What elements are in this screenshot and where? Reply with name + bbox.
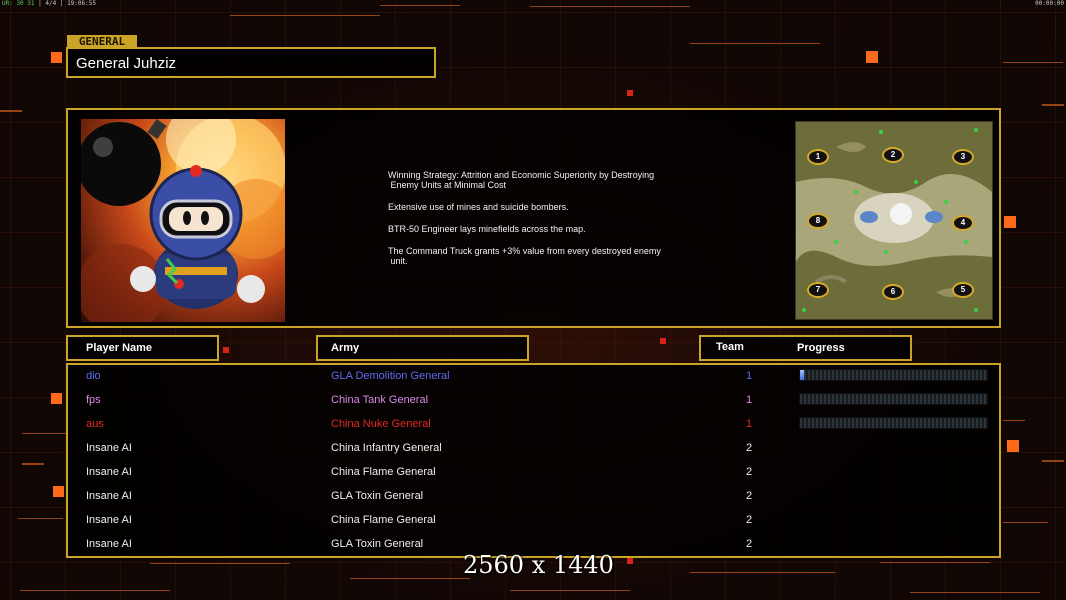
map-start-slot: 4 (952, 215, 974, 231)
player-list: dio GLA Demolition General 1 fps China Tank … (66, 363, 1001, 558)
army-name: GLA Toxin General (331, 538, 424, 550)
strategy-line: BTR-50 Engineer lays minefields across t… (388, 224, 586, 234)
strategy-line: Winning Strategy: Attrition and Economic… (388, 170, 655, 190)
team-number: 1 (745, 394, 753, 406)
player-name: fps (86, 394, 101, 406)
army-name: China Flame General (331, 514, 436, 526)
army-name: GLA Toxin General (331, 490, 424, 502)
header-team-label: Team (716, 341, 744, 353)
player-row: fps China Tank General 1 (68, 389, 999, 413)
army-name: China Flame General (331, 466, 436, 478)
loading-progress-bar (799, 417, 988, 429)
clock-readout: 19:06:55 (67, 0, 96, 7)
player-name: dio (86, 370, 101, 382)
player-count: | 4/4 | (38, 0, 64, 7)
header-player-name: Player Name (66, 335, 219, 361)
player-name: Insane AI (86, 442, 132, 454)
player-name: Insane AI (86, 466, 132, 478)
map-start-slot: 1 (807, 149, 829, 165)
header-player-name-label: Player Name (86, 342, 153, 354)
team-number: 2 (745, 466, 753, 478)
player-row: Insane AI China Flame General 2 (68, 461, 999, 485)
general-title-box: General Juhziz (66, 47, 436, 78)
map-preview: 1 2 3 4 5 6 7 8 (795, 121, 993, 320)
player-row: aus China Nuke General 1 (68, 413, 999, 437)
team-number: 2 (745, 514, 753, 526)
player-name: aus (86, 418, 104, 430)
player-row: dio GLA Demolition General 1 (68, 365, 999, 389)
player-row: Insane AI China Flame General 2 (68, 509, 999, 533)
player-name: Insane AI (86, 514, 132, 526)
team-number: 1 (745, 370, 753, 382)
player-row: Insane AI GLA Toxin General 2 (68, 485, 999, 509)
map-start-slot: 8 (807, 213, 829, 229)
army-name: China Tank General (331, 394, 429, 406)
loading-progress-bar (799, 369, 988, 381)
player-name: Insane AI (86, 538, 132, 550)
player-name: Insane AI (86, 490, 132, 502)
header-progress-label: Progress (797, 342, 845, 354)
strategy-line: The Command Truck grants +3% value from … (388, 246, 661, 266)
army-name: China Nuke General (331, 418, 431, 430)
strategy-line: Extensive use of mines and suicide bombe… (388, 202, 569, 212)
map-start-slot: 3 (952, 149, 974, 165)
status-bar-left: UR: 30 31 | 4/4 | 19:06:55 (2, 0, 96, 7)
army-name: GLA Demolition General (331, 370, 450, 382)
strategy-description: Winning Strategy: Attrition and Economic… (388, 170, 708, 278)
bomberman-portrait-icon (81, 119, 285, 322)
loading-progress-bar (799, 393, 988, 405)
header-army: Army (316, 335, 529, 361)
map-start-slot: 2 (882, 147, 904, 163)
header-team-progress: Team Progress (699, 335, 912, 361)
team-number: 2 (745, 442, 753, 454)
map-start-slot: 5 (952, 282, 974, 298)
map-start-slot: 6 (882, 284, 904, 300)
general-info-panel: Winning Strategy: Attrition and Economic… (66, 108, 1001, 328)
team-number: 1 (745, 418, 753, 430)
team-number: 2 (745, 538, 753, 550)
player-row: Insane AI China Infantry General 2 (68, 437, 999, 461)
game-timer: 00:00:00 (1035, 0, 1064, 7)
map-start-slot: 7 (807, 282, 829, 298)
army-name: China Infantry General (331, 442, 442, 454)
resolution-watermark: 2560 x 1440 (463, 551, 614, 579)
header-army-label: Army (331, 342, 360, 354)
loading-progress-fill (800, 370, 804, 380)
general-name: General Juhziz (76, 55, 177, 72)
team-number: 2 (745, 490, 753, 502)
fps-readout: UR: 30 31 (2, 0, 35, 7)
